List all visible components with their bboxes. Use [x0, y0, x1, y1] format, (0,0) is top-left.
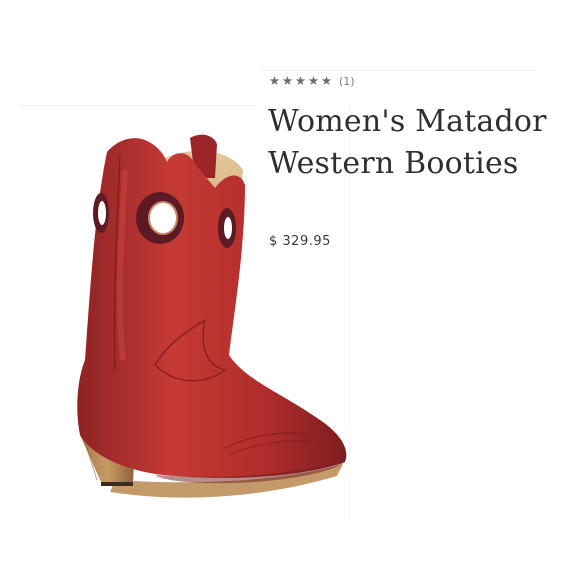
star-icon: ★	[307, 72, 320, 88]
review-count-link[interactable]: (1)	[339, 75, 355, 88]
product-image[interactable]	[55, 130, 350, 520]
star-icon: ★	[320, 72, 333, 88]
header-divider	[262, 70, 536, 71]
star-rating: ★ ★ ★ ★ ★	[268, 72, 333, 88]
image-top-divider	[20, 105, 255, 106]
rating-summary[interactable]: ★ ★ ★ ★ ★ (1)	[268, 72, 355, 90]
star-icon: ★	[268, 72, 281, 88]
product-card: ★ ★ ★ ★ ★ (1) Women's Matador Western Bo…	[0, 0, 580, 580]
product-title: Women's Matador Western Booties	[268, 104, 547, 181]
star-icon: ★	[281, 72, 294, 88]
star-icon: ★	[294, 72, 307, 88]
product-price: $ 329.95	[269, 234, 331, 249]
